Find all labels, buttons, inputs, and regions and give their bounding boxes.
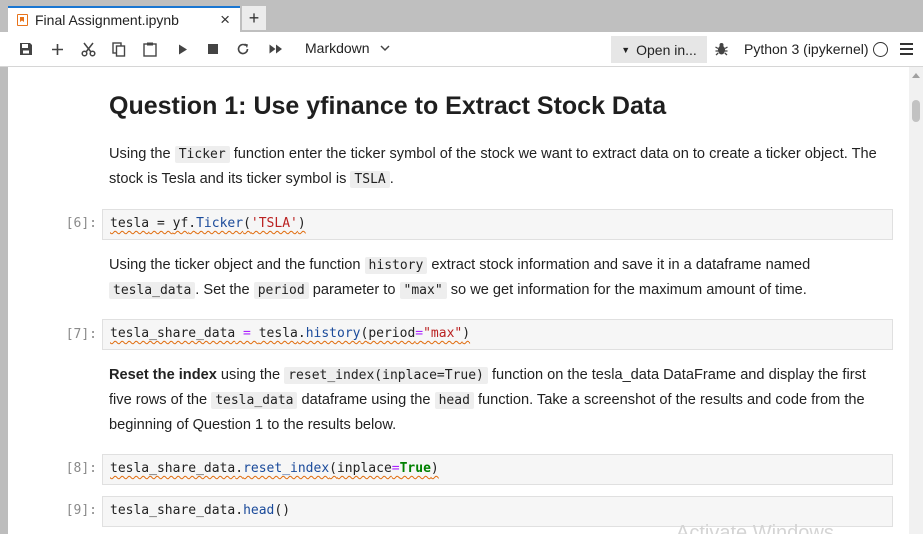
cell-prompt: [6]: xyxy=(65,216,97,231)
notebook-icon xyxy=(17,14,28,26)
code-token: Ticker xyxy=(196,216,244,231)
code-token: reset_index xyxy=(243,461,330,476)
inline-code: tesla_data xyxy=(109,282,196,299)
code-token: = xyxy=(415,326,424,341)
open-in-button[interactable]: ▼ Open in... xyxy=(611,36,707,63)
left-gutter xyxy=(0,67,8,534)
activation-watermark: Activate Windows xyxy=(676,522,834,534)
caret-down-icon: ▼ xyxy=(621,44,631,55)
inline-code: "max" xyxy=(399,282,447,299)
tab-final-assignment[interactable]: Final Assignment.ipynb × xyxy=(8,6,240,32)
cell-prompt: [9]: xyxy=(65,503,97,518)
run-icon[interactable] xyxy=(173,32,193,66)
inline-code: TSLA xyxy=(350,171,390,188)
inline-code: period xyxy=(253,282,309,299)
code-token: tesla xyxy=(258,326,298,341)
code-token: period xyxy=(368,326,416,341)
stop-icon[interactable] xyxy=(203,32,223,66)
add-cell-icon[interactable] xyxy=(47,32,67,66)
code-token: tesla_share_data xyxy=(110,326,236,341)
code-token: yf xyxy=(172,216,189,231)
markdown-cell-3[interactable]: Reset the index using the reset_index(in… xyxy=(109,363,879,437)
tab-title: Final Assignment.ipynb xyxy=(35,12,179,28)
code-token: inplace xyxy=(336,461,392,476)
scrollbar-thumb[interactable] xyxy=(912,100,920,122)
code-token: tesla_share_data xyxy=(110,461,236,476)
new-tab-button[interactable]: + xyxy=(242,6,266,30)
inline-code: tesla_data xyxy=(211,392,298,409)
md-text: parameter to xyxy=(308,282,400,298)
chevron-down-icon xyxy=(380,44,390,51)
close-icon[interactable]: × xyxy=(220,10,230,30)
copy-icon[interactable] xyxy=(109,32,129,66)
code-token: history xyxy=(305,326,361,341)
inline-code: history xyxy=(364,257,428,274)
code-token: = xyxy=(149,216,173,231)
code-token: ( xyxy=(243,216,251,231)
code-token: True xyxy=(399,461,431,476)
code-token: . xyxy=(297,326,306,341)
md-text: Using the ticker object and the function xyxy=(109,257,365,273)
kernel-status-icon xyxy=(873,42,888,57)
inline-code: head xyxy=(434,392,474,409)
code-cell-6[interactable]: tesla = yf.Ticker('TSLA') xyxy=(102,209,893,240)
code-token: 'TSLA' xyxy=(250,216,298,231)
markdown-cell-1[interactable]: Using the Ticker function enter the tick… xyxy=(109,142,879,192)
debugger-bug-icon[interactable] xyxy=(713,32,729,66)
code-token: () xyxy=(274,503,291,518)
paste-icon[interactable] xyxy=(140,32,160,66)
code-token: ( xyxy=(329,461,337,476)
md-text: dataframe using the xyxy=(297,392,435,408)
code-token: tesla xyxy=(110,216,150,231)
cell-prompt: [7]: xyxy=(65,327,97,342)
vertical-scrollbar[interactable] xyxy=(909,67,923,534)
question-heading: Question 1: Use yfinance to Extract Stoc… xyxy=(109,92,667,120)
md-bold: Reset the index xyxy=(109,367,217,383)
inline-code: reset_index(inplace=True) xyxy=(284,367,488,384)
code-cell-8[interactable]: tesla_share_data.reset_index(inplace=Tru… xyxy=(102,454,893,485)
restart-icon[interactable] xyxy=(233,32,253,66)
fast-forward-icon[interactable] xyxy=(265,32,287,66)
md-text: using the xyxy=(216,367,285,383)
code-cell-7[interactable]: tesla_share_data = tesla.history(period=… xyxy=(102,319,893,350)
md-text: . xyxy=(389,171,394,187)
cell-prompt: [8]: xyxy=(65,461,97,476)
md-text: extract stock information and save it in… xyxy=(427,257,811,273)
code-token: = xyxy=(235,326,259,341)
code-token: . xyxy=(235,503,244,518)
markdown-cell-2[interactable]: Using the ticker object and the function… xyxy=(109,253,879,303)
md-text: so we get information for the maximum am… xyxy=(446,282,807,298)
tab-bar: Final Assignment.ipynb × + xyxy=(0,0,923,32)
code-token: tesla_share_data xyxy=(110,503,236,518)
cell-type-label: Markdown xyxy=(305,40,370,56)
notebook-toolbar: Markdown ▼ Open in... Python 3 (ipykerne… xyxy=(0,32,923,67)
code-token: head xyxy=(243,503,275,518)
cut-icon[interactable] xyxy=(78,32,98,66)
inline-code: Ticker xyxy=(174,146,230,163)
md-text: . Set the xyxy=(195,282,254,298)
code-token: ) xyxy=(430,461,439,476)
kernel-name[interactable]: Python 3 (ipykernel) xyxy=(744,41,869,57)
code-token: ) xyxy=(297,216,306,231)
code-token: = xyxy=(391,461,400,476)
code-token: "max" xyxy=(423,326,463,341)
code-token: . xyxy=(188,216,197,231)
code-token: ) xyxy=(462,326,471,341)
menu-icon[interactable] xyxy=(900,43,913,58)
save-icon[interactable] xyxy=(16,32,36,66)
open-in-label: Open in... xyxy=(636,41,697,58)
scroll-up-arrow-icon[interactable] xyxy=(912,73,920,78)
cell-type-select[interactable]: Markdown xyxy=(305,40,390,56)
code-token: . xyxy=(235,461,244,476)
md-text: Using the xyxy=(109,146,175,162)
